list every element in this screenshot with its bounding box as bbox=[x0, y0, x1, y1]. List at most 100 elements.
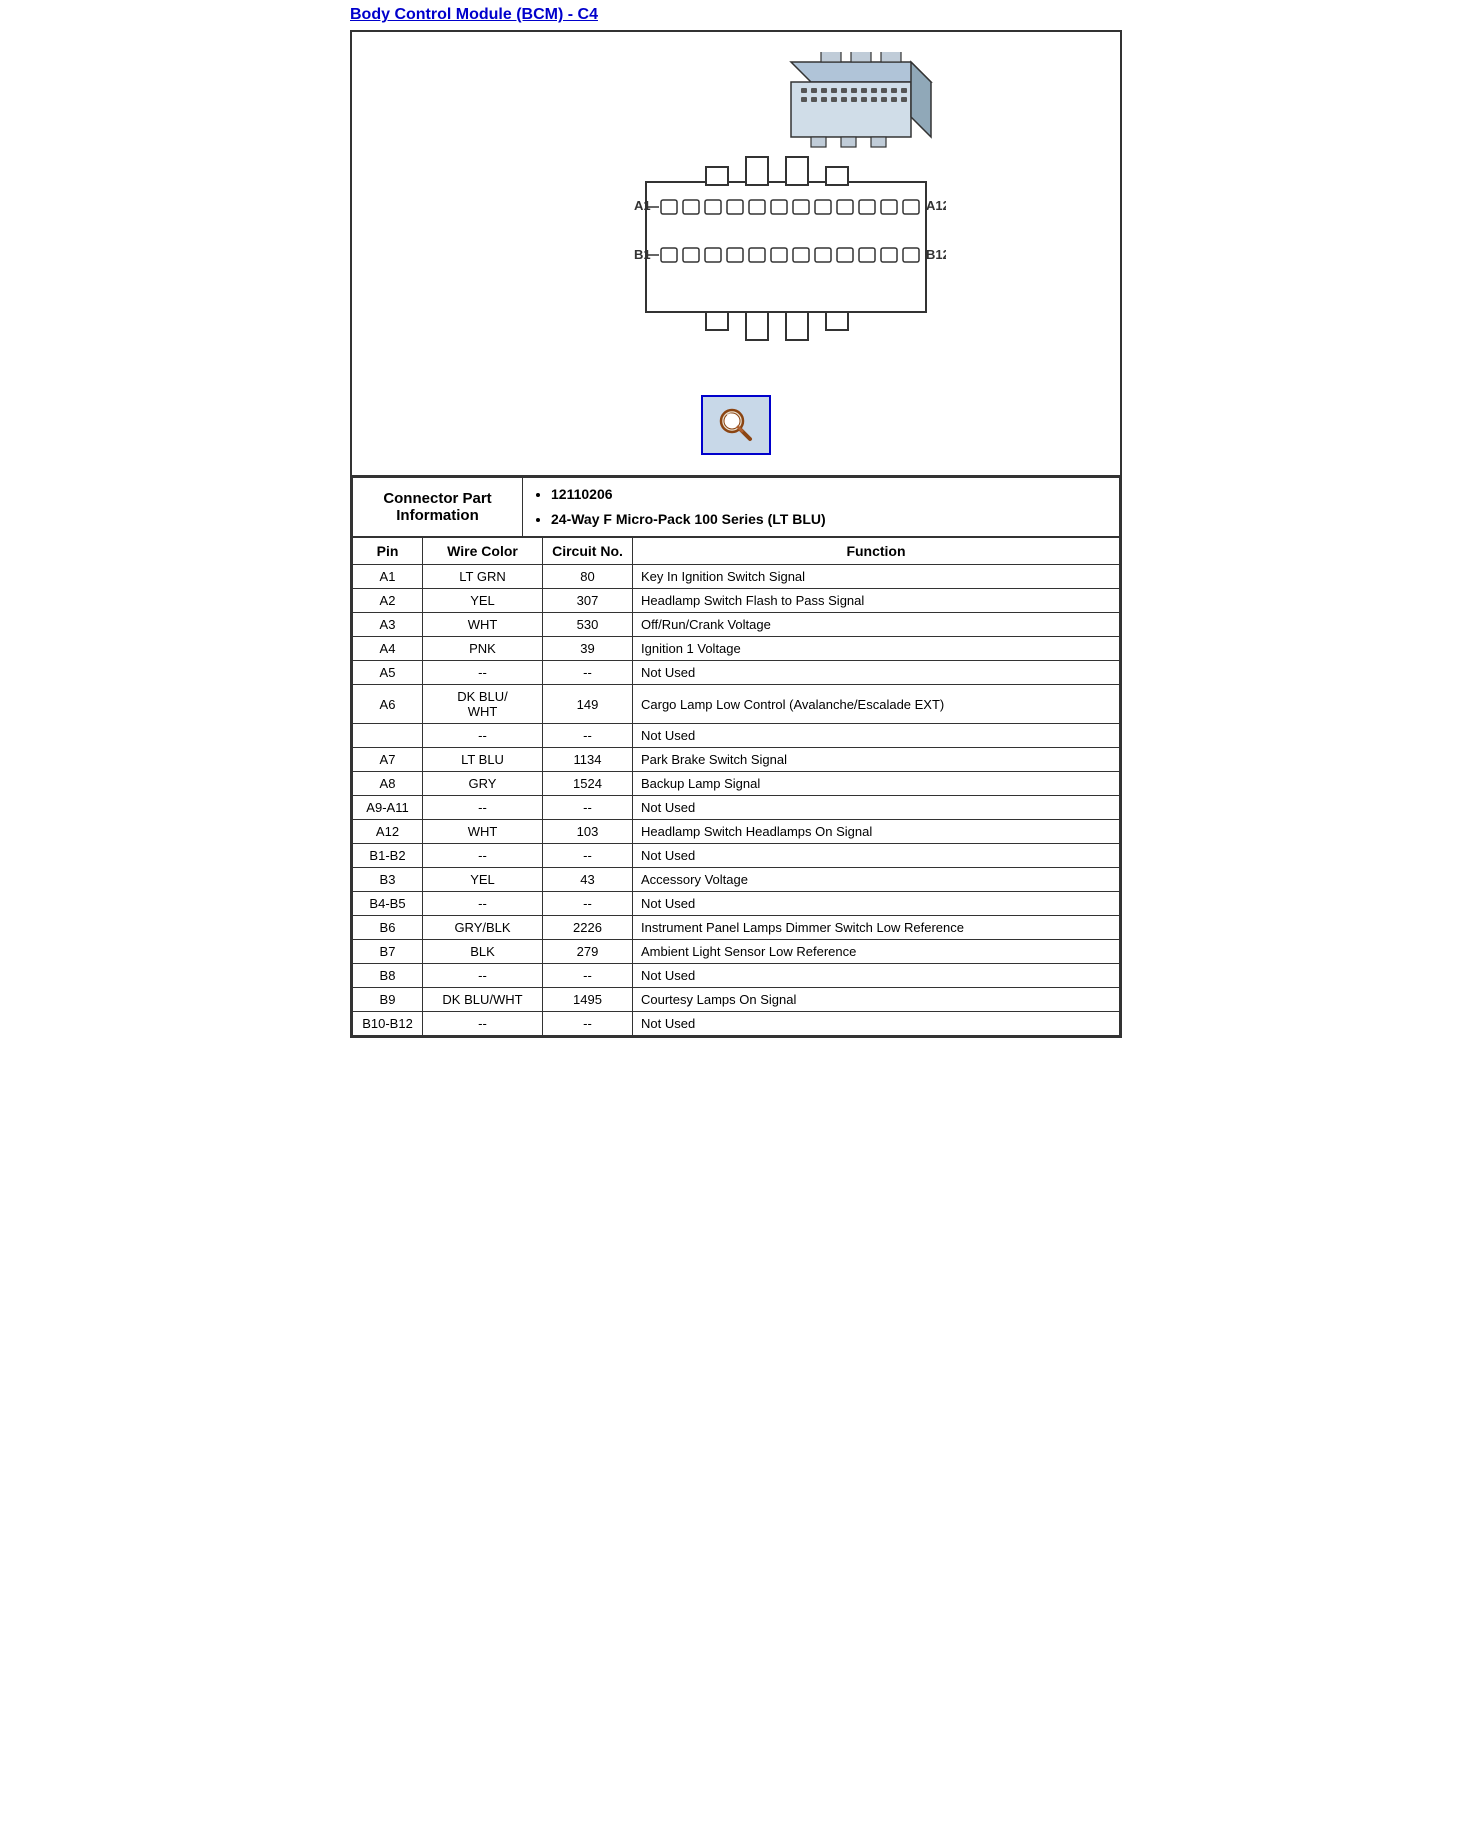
table-row: A2 YEL 307 Headlamp Switch Flash to Pass… bbox=[353, 589, 1120, 613]
cell-circuit: 149 bbox=[543, 685, 633, 724]
table-row: A5 -- -- Not Used bbox=[353, 661, 1120, 685]
table-row: B1-B2 -- -- Not Used bbox=[353, 844, 1120, 868]
cell-wire-color: PNK bbox=[423, 637, 543, 661]
cell-function: Headlamp Switch Flash to Pass Signal bbox=[633, 589, 1120, 613]
connector-part-number: 12110206 bbox=[551, 482, 1111, 507]
table-row: A1 LT GRN 80 Key In Ignition Switch Sign… bbox=[353, 565, 1120, 589]
diagram-area: A1 A12 B1 B12 bbox=[352, 32, 1120, 477]
cell-circuit: 39 bbox=[543, 637, 633, 661]
cell-pin: B8 bbox=[353, 964, 423, 988]
page-title: Body Control Module (BCM) - C4 bbox=[346, 0, 1126, 30]
cell-pin: A6 bbox=[353, 685, 423, 724]
cell-wire-color: YEL bbox=[423, 868, 543, 892]
cell-pin: A4 bbox=[353, 637, 423, 661]
cell-circuit: 80 bbox=[543, 565, 633, 589]
cell-wire-color: YEL bbox=[423, 589, 543, 613]
cell-pin: A7 bbox=[353, 748, 423, 772]
cell-circuit: 43 bbox=[543, 868, 633, 892]
header-circuit-no: Circuit No. bbox=[543, 538, 633, 565]
cell-pin: A3 bbox=[353, 613, 423, 637]
cell-wire-color: BLK bbox=[423, 940, 543, 964]
pin-table: Pin Wire Color Circuit No. Function A1 L… bbox=[352, 537, 1120, 1036]
table-row: B6 GRY/BLK 2226 Instrument Panel Lamps D… bbox=[353, 916, 1120, 940]
cell-pin: A12 bbox=[353, 820, 423, 844]
cell-function: Key In Ignition Switch Signal bbox=[633, 565, 1120, 589]
cell-function: Off/Run/Crank Voltage bbox=[633, 613, 1120, 637]
table-row: B3 YEL 43 Accessory Voltage bbox=[353, 868, 1120, 892]
cell-circuit: 2226 bbox=[543, 916, 633, 940]
header-wire-color: Wire Color bbox=[423, 538, 543, 565]
cell-function: Cargo Lamp Low Control (Avalanche/Escala… bbox=[633, 685, 1120, 724]
cell-function: Not Used bbox=[633, 1012, 1120, 1036]
cell-wire-color: -- bbox=[423, 796, 543, 820]
table-row: B10-B12 -- -- Not Used bbox=[353, 1012, 1120, 1036]
connector-part-desc: 24-Way F Micro-Pack 100 Series (LT BLU) bbox=[551, 507, 1111, 532]
cell-circuit: 103 bbox=[543, 820, 633, 844]
table-row: B4-B5 -- -- Not Used bbox=[353, 892, 1120, 916]
header-pin: Pin bbox=[353, 538, 423, 565]
cell-pin: B10-B12 bbox=[353, 1012, 423, 1036]
cell-wire-color: -- bbox=[423, 844, 543, 868]
cell-wire-color: WHT bbox=[423, 613, 543, 637]
svg-text:B12: B12 bbox=[926, 247, 946, 262]
table-row: A12 WHT 103 Headlamp Switch Headlamps On… bbox=[353, 820, 1120, 844]
table-row: B8 -- -- Not Used bbox=[353, 964, 1120, 988]
header-function: Function bbox=[633, 538, 1120, 565]
cell-pin: A2 bbox=[353, 589, 423, 613]
table-row: A4 PNK 39 Ignition 1 Voltage bbox=[353, 637, 1120, 661]
cell-wire-color: -- bbox=[423, 1012, 543, 1036]
cell-function: Backup Lamp Signal bbox=[633, 772, 1120, 796]
cell-pin: A9-A11 bbox=[353, 796, 423, 820]
table-row: B7 BLK 279 Ambient Light Sensor Low Refe… bbox=[353, 940, 1120, 964]
table-row: A3 WHT 530 Off/Run/Crank Voltage bbox=[353, 613, 1120, 637]
cell-wire-color: -- bbox=[423, 661, 543, 685]
cell-pin: B1-B2 bbox=[353, 844, 423, 868]
cell-wire-color: GRY/BLK bbox=[423, 916, 543, 940]
magnify-icon[interactable] bbox=[701, 395, 771, 455]
cell-wire-color: GRY bbox=[423, 772, 543, 796]
cell-wire-color: WHT bbox=[423, 820, 543, 844]
cell-function: Instrument Panel Lamps Dimmer Switch Low… bbox=[633, 916, 1120, 940]
cell-pin bbox=[353, 724, 423, 748]
cell-circuit: -- bbox=[543, 724, 633, 748]
cell-function: Not Used bbox=[633, 724, 1120, 748]
table-row: A9-A11 -- -- Not Used bbox=[353, 796, 1120, 820]
cell-pin: B9 bbox=[353, 988, 423, 1012]
cell-wire-color: -- bbox=[423, 724, 543, 748]
connector-info-label: Connector Part Information bbox=[353, 478, 523, 537]
cell-wire-color: LT GRN bbox=[423, 565, 543, 589]
cell-wire-color: LT BLU bbox=[423, 748, 543, 772]
cell-circuit: 307 bbox=[543, 589, 633, 613]
cell-circuit: -- bbox=[543, 964, 633, 988]
svg-text:A12: A12 bbox=[926, 198, 946, 213]
cell-pin: B3 bbox=[353, 868, 423, 892]
cell-function: Park Brake Switch Signal bbox=[633, 748, 1120, 772]
cell-circuit: 530 bbox=[543, 613, 633, 637]
cell-circuit: -- bbox=[543, 844, 633, 868]
cell-function: Not Used bbox=[633, 892, 1120, 916]
cell-pin: A8 bbox=[353, 772, 423, 796]
cell-function: Ignition 1 Voltage bbox=[633, 637, 1120, 661]
cell-function: Courtesy Lamps On Signal bbox=[633, 988, 1120, 1012]
cell-circuit: -- bbox=[543, 1012, 633, 1036]
cell-pin: B7 bbox=[353, 940, 423, 964]
cell-circuit: -- bbox=[543, 796, 633, 820]
cell-pin: A1 bbox=[353, 565, 423, 589]
cell-circuit: -- bbox=[543, 892, 633, 916]
cell-pin: B6 bbox=[353, 916, 423, 940]
cell-function: Headlamp Switch Headlamps On Signal bbox=[633, 820, 1120, 844]
cell-circuit: 279 bbox=[543, 940, 633, 964]
cell-circuit: 1134 bbox=[543, 748, 633, 772]
table-row: A6 DK BLU/ WHT 149 Cargo Lamp Low Contro… bbox=[353, 685, 1120, 724]
cell-pin: B4-B5 bbox=[353, 892, 423, 916]
cell-wire-color: -- bbox=[423, 892, 543, 916]
cell-function: Not Used bbox=[633, 964, 1120, 988]
cell-wire-color: -- bbox=[423, 964, 543, 988]
table-row: A8 GRY 1524 Backup Lamp Signal bbox=[353, 772, 1120, 796]
cell-function: Not Used bbox=[633, 796, 1120, 820]
svg-text:A1: A1 bbox=[634, 198, 651, 213]
table-row: A7 LT BLU 1134 Park Brake Switch Signal bbox=[353, 748, 1120, 772]
cell-circuit: 1495 bbox=[543, 988, 633, 1012]
table-row: B9 DK BLU/WHT 1495 Courtesy Lamps On Sig… bbox=[353, 988, 1120, 1012]
cell-circuit: 1524 bbox=[543, 772, 633, 796]
